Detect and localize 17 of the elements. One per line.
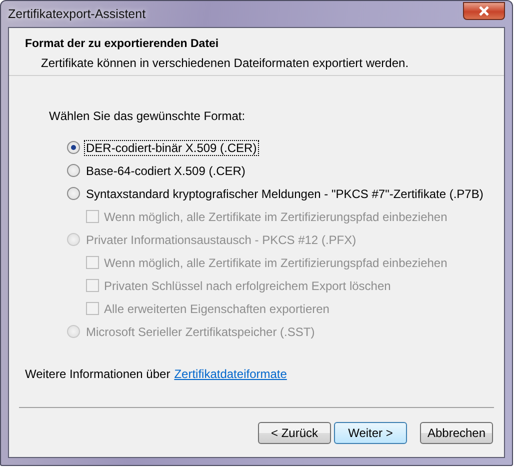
header-subtitle: Zertifikate können in verschiedenen Dateiformaten exportiert werden. [40, 56, 410, 70]
info-text: Weitere Informationen über [25, 367, 170, 381]
radio-label[interactable]: DER-codiert-binär X.509 (.CER) [85, 140, 258, 154]
radio-button[interactable] [67, 164, 80, 177]
wizard-button[interactable]: < Zurück [258, 422, 331, 444]
format-prompt: Wählen Sie das gewünschte Format: [49, 109, 246, 123]
radio-label[interactable]: Syntaxstandard kryptografischer Meldungen - "PKCS #7"-Zertifikate (.P7B) [85, 186, 484, 200]
wizard-button[interactable]: Abbrechen [420, 422, 493, 444]
close-icon [478, 6, 490, 16]
header-title: Format der zu exportierenden Datei [25, 38, 220, 50]
window-title: Zertifikatexport-Assistent [8, 7, 146, 21]
close-button[interactable] [463, 2, 505, 20]
radio-button[interactable] [67, 187, 80, 200]
wizard-button[interactable]: Weiter > [334, 422, 407, 444]
radio-button[interactable] [67, 141, 80, 154]
radio-label[interactable]: Base-64-codiert X.509 (.CER) [85, 164, 246, 178]
formats-link[interactable]: Zertifikatdateiformate [174, 367, 287, 381]
